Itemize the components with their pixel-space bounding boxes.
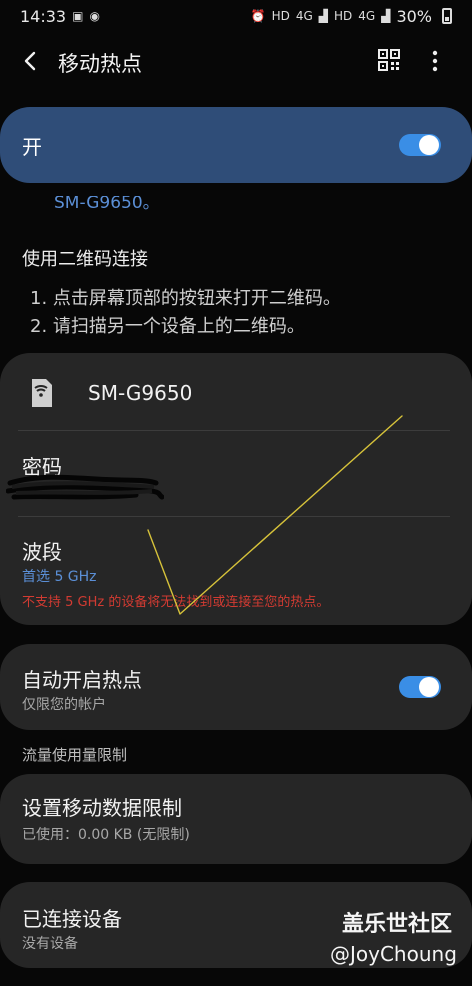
wifi-hotspot-icon: ◉	[89, 9, 100, 23]
device-name: SM-G9650	[88, 381, 193, 405]
signal-bars-icon: ▟	[318, 9, 328, 23]
signal-hd-label-1: HD	[271, 9, 290, 23]
data-limit-title: 设置移动数据限制	[22, 796, 182, 820]
band-label[interactable]: 波段	[22, 536, 62, 565]
connected-devices-title: 已连接设备	[22, 907, 122, 931]
status-bar: 14:33 ▣ ◉ ⏰ HD 4G ▟ HD 4G ▟ 30%	[0, 0, 472, 32]
watermark-community: 盖乐世社区	[342, 912, 453, 937]
auto-hotspot-toggle[interactable]	[399, 676, 441, 698]
battery-percent: 30%	[396, 6, 432, 26]
auto-hotspot-row[interactable]: 自动开启热点 仅限您的帐户	[0, 644, 472, 730]
page-title: 移动热点	[58, 52, 142, 76]
auto-hotspot-title: 自动开启热点	[22, 668, 142, 692]
data-limit-subtitle: 已使用：0.00 KB (无限制)	[22, 827, 190, 843]
qr-step-2: 2. 请扫描另一个设备上的二维码。	[30, 316, 305, 337]
auto-hotspot-subtitle: 仅限您的帐户	[22, 697, 106, 713]
toggle-knob	[419, 677, 439, 697]
watermark-handle: @JoyChoung	[330, 942, 457, 966]
connected-devices-subtitle: 没有设备	[22, 936, 78, 952]
band-warning: 不支持 5 GHz 的设备将无法找到或连接至您的热点。	[22, 595, 330, 610]
toggle-knob	[419, 135, 439, 155]
hotspot-master-switch-row[interactable]: 开	[0, 107, 472, 183]
status-bar-left: 14:33 ▣ ◉	[20, 7, 100, 26]
ssid-peek-text: SM-G9650。	[54, 196, 160, 210]
more-vertical-icon[interactable]	[426, 48, 444, 74]
status-bar-right: ⏰ HD 4G ▟ HD 4G ▟ 30%	[251, 7, 452, 26]
password-redaction-scribble	[6, 474, 164, 500]
alarm-icon: ⏰	[250, 9, 266, 23]
phone-hotspot-icon	[32, 379, 52, 407]
network-settings-card: SM-G9650 密码 波段 首选 5 GHz 不支持 5 GHz 的设备将无法…	[0, 353, 472, 625]
signal-4g-label-2: 4G	[358, 9, 376, 23]
app-bar: 移动热点	[0, 34, 472, 90]
hotspot-master-toggle[interactable]	[399, 134, 441, 156]
qr-step-1: 1. 点击屏幕顶部的按钮来打开二维码。	[30, 288, 341, 309]
data-limit-row[interactable]: 设置移动数据限制 已使用：0.00 KB (无限制)	[0, 774, 472, 864]
status-time: 14:33	[20, 6, 67, 26]
gallery-icon: ▣	[72, 9, 84, 23]
back-arrow-icon[interactable]	[18, 48, 44, 74]
qr-connect-title: 使用二维码连接	[22, 249, 148, 270]
signal-hd-label-2: HD	[334, 9, 353, 23]
master-switch-label: 开	[22, 135, 42, 159]
data-limit-section-label: 流量使用量限制	[22, 746, 128, 764]
band-value: 首选 5 GHz	[22, 569, 97, 585]
signal-bars-icon: ▟	[381, 9, 391, 23]
signal-4g-label-1: 4G	[295, 9, 313, 23]
divider	[18, 430, 450, 431]
qr-code-icon[interactable]	[378, 49, 400, 71]
divider	[18, 516, 450, 517]
battery-icon	[442, 8, 452, 24]
